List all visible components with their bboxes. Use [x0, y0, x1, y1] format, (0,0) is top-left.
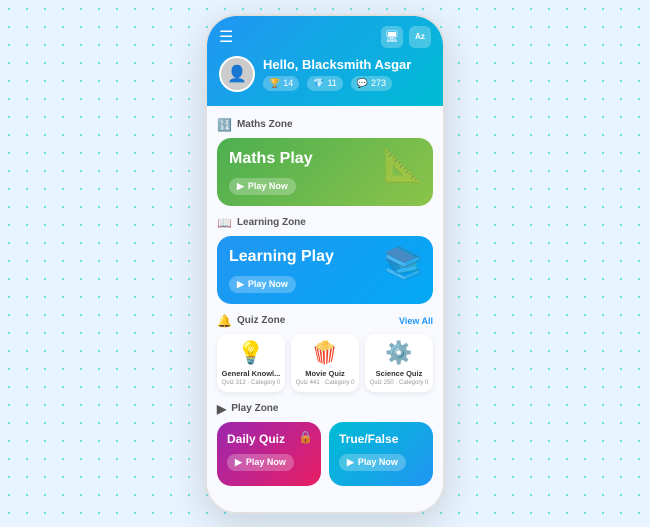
play-zone-text: Play Zone: [231, 403, 278, 414]
user-greeting: Hello, Blacksmith Asgar: [263, 57, 411, 72]
learning-play-card[interactable]: Learning Play ▶ Play Now 📚: [217, 236, 433, 304]
gem-stat: 💎 11: [307, 76, 343, 91]
true-false-title: True/False: [339, 432, 423, 446]
trophy-value: 14: [283, 78, 293, 88]
message-value: 273: [371, 78, 386, 88]
science-quiz-sub: Quiz 250 · Category 0: [369, 380, 429, 386]
daily-quiz-card[interactable]: Daily Quiz ▶ Play Now 🔒: [217, 422, 321, 486]
true-false-play-label: Play Now: [358, 457, 398, 467]
maths-zone-text: Maths Zone: [237, 119, 293, 130]
screen-button[interactable]: 🖥: [381, 26, 403, 48]
maths-play-label: Play Now: [248, 181, 288, 191]
phone-header: ☰ 🖥 Az 👤 Hello, Blacksmith Asgar 🏆 1: [207, 16, 443, 106]
movie-quiz-icon: 🍿: [295, 340, 355, 366]
view-all-button[interactable]: View All: [399, 316, 433, 326]
science-quiz-title: Science Quiz: [369, 369, 429, 378]
message-icon: 💬: [357, 78, 368, 89]
quiz-card-science[interactable]: ⚙️ Science Quiz Quiz 250 · Category 0: [365, 334, 433, 392]
general-quiz-icon: 💡: [221, 340, 281, 366]
learning-play-label: Play Now: [248, 279, 288, 289]
movie-quiz-sub: Quiz 441 · Category 0: [295, 380, 355, 386]
gem-icon: 💎: [313, 78, 324, 89]
learning-zone-label: 📖 Learning Zone: [217, 216, 433, 230]
quiz-zone-text: Quiz Zone: [237, 315, 285, 326]
maths-zone-icon: 🔢: [217, 118, 232, 132]
quiz-card-general[interactable]: 💡 General Knowl... Quiz 312 · Category 0: [217, 334, 285, 392]
play-zone-label: ▶ Play Zone: [217, 402, 433, 416]
quiz-zone-icon: 🔔: [217, 314, 232, 328]
daily-play-icon: ▶: [235, 457, 242, 468]
daily-play-label: Play Now: [246, 457, 286, 467]
trophy-icon: 🏆: [269, 78, 280, 89]
learning-zone-icon: 📖: [217, 216, 232, 230]
maths-play-card[interactable]: Maths Play ▶ Play Now 📐: [217, 138, 433, 206]
gem-value: 11: [327, 78, 336, 88]
science-quiz-icon: ⚙️: [369, 340, 429, 366]
avatar: 👤: [219, 56, 255, 92]
maths-play-icon: ▶: [237, 181, 244, 192]
true-false-card[interactable]: True/False ▶ Play Now: [329, 422, 433, 486]
trophy-stat: 🏆 14: [263, 76, 299, 91]
message-stat: 💬 273: [351, 76, 392, 91]
translate-icon: Az: [415, 32, 425, 41]
avatar-emoji: 👤: [227, 64, 247, 84]
quiz-zone-header: 🔔 Quiz Zone View All: [217, 314, 433, 328]
play-zone-icon: ▶: [217, 402, 226, 416]
learning-play-button[interactable]: ▶ Play Now: [229, 276, 296, 293]
translate-button[interactable]: Az: [409, 26, 431, 48]
true-false-play-button[interactable]: ▶ Play Now: [339, 454, 406, 471]
maths-bg-icon: 📐: [383, 146, 423, 184]
play-zone-cards-row: Daily Quiz ▶ Play Now 🔒 True/False ▶ Pla…: [217, 422, 433, 486]
general-quiz-title: General Knowl...: [221, 369, 281, 378]
maths-play-button[interactable]: ▶ Play Now: [229, 178, 296, 195]
learning-zone-text: Learning Zone: [237, 217, 306, 228]
stats-row: 🏆 14 💎 11 💬 273: [263, 76, 411, 91]
maths-zone-label: 🔢 Maths Zone: [217, 118, 433, 132]
phone-container: ☰ 🖥 Az 👤 Hello, Blacksmith Asgar 🏆 1: [205, 14, 445, 514]
quiz-cards-row: 💡 General Knowl... Quiz 312 · Category 0…: [217, 334, 433, 392]
learning-play-icon: ▶: [237, 279, 244, 290]
screen-icon: 🖥: [385, 30, 399, 43]
general-quiz-sub: Quiz 312 · Category 0: [221, 380, 281, 386]
phone-body: 🔢 Maths Zone Maths Play ▶ Play Now 📐 📖 L…: [207, 106, 443, 512]
learning-bg-icon: 📚: [383, 244, 423, 282]
movie-quiz-title: Movie Quiz: [295, 369, 355, 378]
daily-quiz-play-button[interactable]: ▶ Play Now: [227, 454, 294, 471]
true-false-play-icon: ▶: [347, 457, 354, 468]
quiz-zone-label: 🔔 Quiz Zone: [217, 314, 285, 328]
lock-icon: 🔒: [298, 430, 313, 444]
quiz-card-movie[interactable]: 🍿 Movie Quiz Quiz 441 · Category 0: [291, 334, 359, 392]
hamburger-icon[interactable]: ☰: [219, 27, 233, 47]
